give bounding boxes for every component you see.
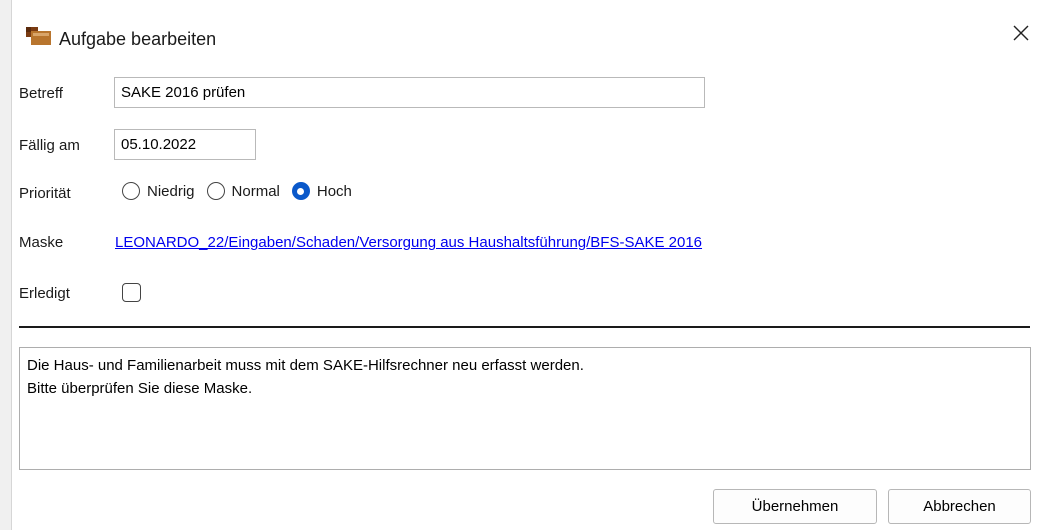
priority-option-label: Normal — [231, 182, 280, 200]
done-label: Erledigt — [19, 285, 70, 302]
priority-option-label: Niedrig — [147, 182, 195, 200]
title-bar[interactable]: Aufgabe bearbeiten — [12, 0, 1039, 70]
apply-button[interactable]: Übernehmen — [713, 489, 877, 524]
due-date-input[interactable] — [114, 129, 256, 160]
folder-task-icon — [25, 25, 53, 47]
priority-option-label: Hoch — [316, 182, 352, 200]
mask-link[interactable]: LEONARDO_22/Eingaben/Schaden/Versorgung … — [115, 234, 702, 251]
priority-radio-group: Niedrig Normal Hoch — [122, 178, 364, 204]
priority-label: Priorität — [19, 185, 71, 202]
subject-input[interactable] — [114, 77, 705, 108]
radio-button[interactable] — [206, 182, 225, 200]
notes-textarea[interactable]: Die Haus- und Familienarbeit muss mit de… — [19, 347, 1031, 470]
done-checkbox[interactable] — [122, 283, 141, 302]
edit-task-dialog: Aufgabe bearbeiten Betreff Fällig am Pri… — [0, 0, 1039, 530]
priority-option-low[interactable]: Niedrig — [122, 182, 195, 200]
window-title: Aufgabe bearbeiten — [59, 29, 217, 49]
notes-line: Die Haus- und Familienarbeit muss mit de… — [27, 357, 584, 374]
priority-option-high[interactable]: Hoch — [291, 182, 352, 200]
subject-label: Betreff — [19, 85, 63, 102]
radio-button-selected[interactable] — [291, 182, 310, 200]
priority-option-normal[interactable]: Normal — [206, 182, 280, 200]
close-icon — [1012, 24, 1030, 46]
radio-button[interactable] — [122, 182, 140, 200]
cancel-button[interactable]: Abbrechen — [888, 489, 1031, 524]
section-divider — [19, 326, 1030, 328]
notes-line: Bitte überprüfen Sie diese Maske. — [27, 380, 253, 397]
due-date-label: Fällig am — [19, 137, 80, 154]
close-button[interactable] — [1008, 22, 1034, 48]
background-window-edge — [0, 0, 12, 530]
mask-label: Maske — [19, 234, 64, 251]
